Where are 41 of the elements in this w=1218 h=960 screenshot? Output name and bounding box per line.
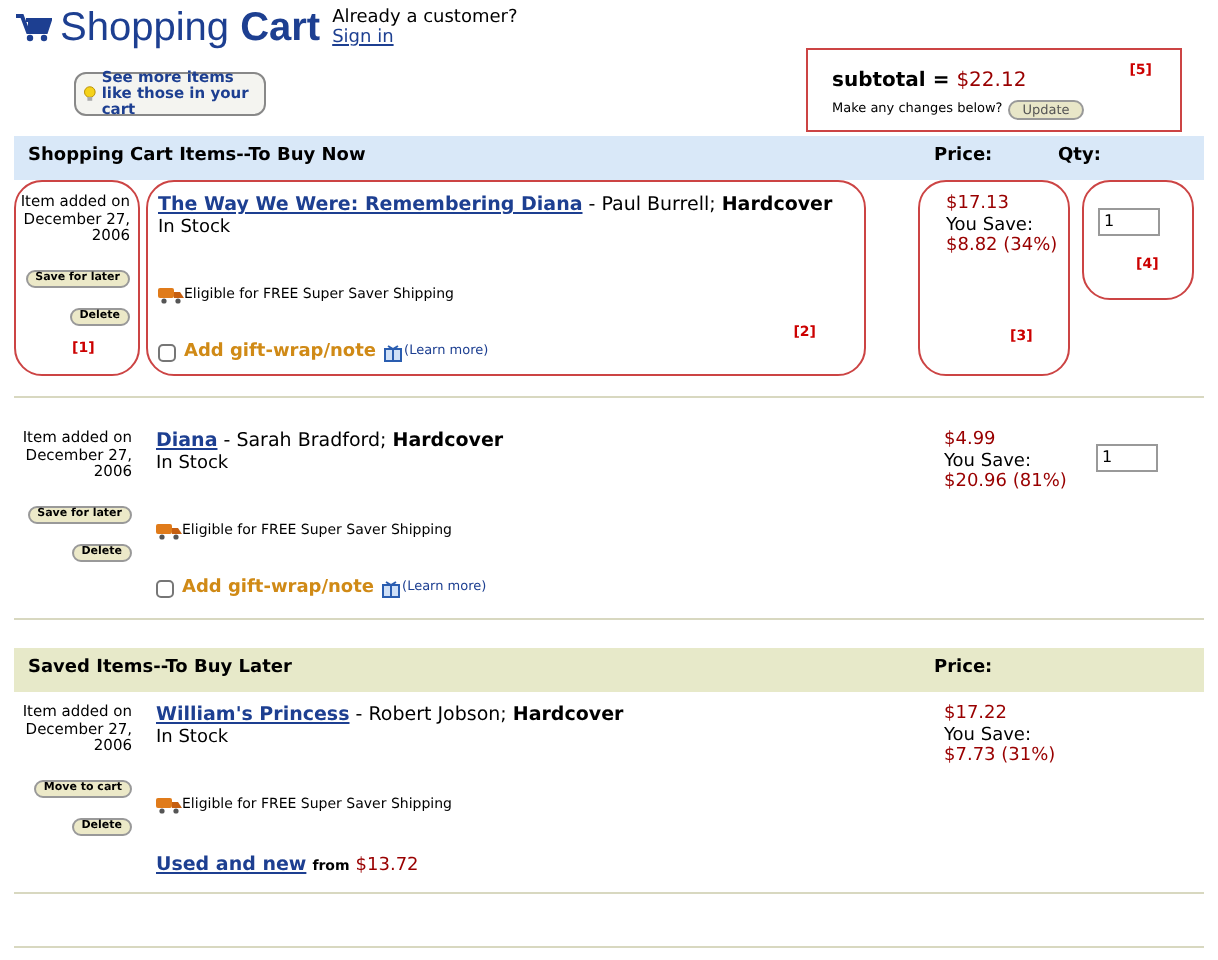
truck-icon bbox=[156, 795, 182, 814]
page-title: Shopping Cart bbox=[60, 4, 321, 52]
gift-wrap-label: Add gift-wrap/note bbox=[182, 575, 375, 601]
book-title-link[interactable]: The Way We Were: Remembering Diana bbox=[158, 194, 583, 216]
section-heading: Saved Items--To Buy Later bbox=[28, 656, 294, 683]
truck-icon bbox=[158, 285, 184, 304]
price-heading: Price: bbox=[934, 656, 995, 683]
gift-icon bbox=[384, 343, 403, 362]
stock-status: In Stock bbox=[156, 728, 231, 750]
you-save-label: You Save: bbox=[946, 216, 1033, 236]
book-title-link[interactable]: Diana bbox=[156, 430, 218, 452]
stock-status: In Stock bbox=[156, 454, 231, 476]
book-title-line: William's Princess - Robert Jobson; Hardcover bbox=[156, 704, 626, 728]
cart-icon bbox=[16, 12, 52, 44]
savings-amount: $8.82 (34%) bbox=[946, 236, 1058, 258]
you-save-label: You Save: bbox=[944, 726, 1031, 746]
gift-icon bbox=[382, 579, 401, 598]
book-title-line: The Way We Were: Remembering Diana - Paul Burrell; Hardcover bbox=[158, 194, 835, 218]
savings-amount: $7.73 (31%) bbox=[944, 746, 1056, 768]
gift-wrap-label: Add gift-wrap/note bbox=[184, 339, 377, 365]
gift-checkbox[interactable] bbox=[158, 343, 176, 362]
used-and-new-link[interactable]: Used and new bbox=[156, 851, 307, 880]
customer-prompt: Already a customer? bbox=[332, 8, 518, 28]
price: $4.99 bbox=[944, 430, 996, 452]
truck-icon bbox=[156, 521, 182, 540]
quantity-field[interactable]: 1 bbox=[1098, 207, 1160, 235]
used-price: $13.72 bbox=[355, 853, 419, 879]
quantity-field[interactable]: 1 bbox=[1096, 443, 1158, 471]
price: $17.22 bbox=[944, 704, 1007, 726]
qty-heading: Qty: bbox=[1058, 144, 1101, 171]
gift-checkbox[interactable] bbox=[156, 579, 174, 598]
book-title-link[interactable]: William's Princess bbox=[156, 704, 350, 726]
section-heading: Shopping Cart Items--To Buy Now bbox=[28, 144, 368, 171]
sign-in-link[interactable]: Sign in bbox=[332, 28, 394, 48]
book-title-line: Diana - Sarah Bradford; Hardcover bbox=[156, 430, 506, 454]
you-save-label: You Save: bbox=[944, 452, 1031, 472]
subtotal-text: subtotal = $22.12 bbox=[832, 70, 1029, 94]
stock-status: In Stock bbox=[158, 218, 233, 240]
savings-amount: $20.96 (81%) bbox=[944, 472, 1067, 494]
price-heading: Price: bbox=[934, 144, 995, 171]
price: $17.13 bbox=[946, 194, 1009, 216]
